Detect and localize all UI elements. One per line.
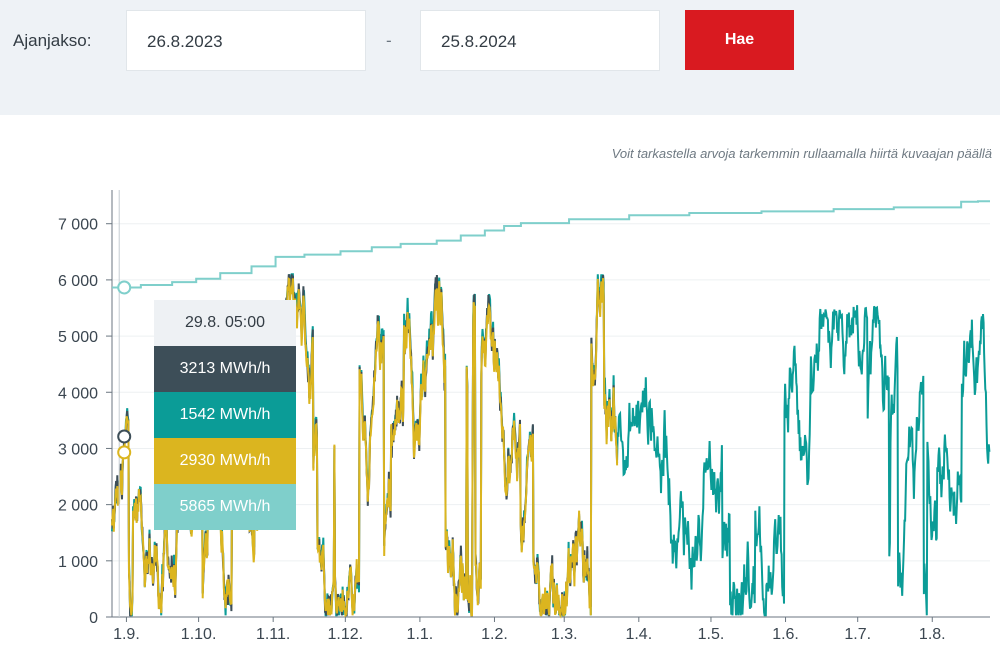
series-light-teal	[112, 200, 990, 289]
tooltip-value-teal: 1542 MWh/h	[154, 392, 296, 438]
y-tick-label: 5 000	[58, 329, 98, 346]
y-tick-label: 4 000	[58, 385, 98, 402]
x-tick-label: 1.8.	[919, 626, 946, 643]
marker-yellow	[117, 445, 132, 460]
x-tick-label: 1.12.	[328, 626, 364, 643]
y-tick-label: 6 000	[58, 273, 98, 290]
x-tick-label: 1.3.	[551, 626, 578, 643]
x-tick-label: 1.9.	[113, 626, 140, 643]
x-tick-label: 1.11.	[256, 626, 290, 643]
y-tick-label: 7 000	[58, 217, 98, 234]
x-tick-label: 1.6.	[772, 626, 799, 643]
tooltip-value-lightteal: 5865 MWh/h	[154, 484, 296, 530]
tooltip-time: 29.8. 05:00	[154, 300, 296, 346]
x-tick-label: 1.7.	[844, 626, 871, 643]
tooltip-value-dark: 3213 MWh/h	[154, 346, 296, 392]
x-tick-label: 1.4.	[625, 626, 652, 643]
x-tick-label: 1.1.	[407, 626, 434, 643]
tooltip-value-yellow: 2930 MWh/h	[154, 438, 296, 484]
line-chart[interactable]: 0 1 000 2 000 3 000 4 000 5 000 6 000 7 000 1.9.…	[0, 0, 1000, 654]
x-tick-label: 1.5.	[698, 626, 725, 643]
marker-dark	[117, 429, 132, 444]
marker-light-teal	[117, 280, 132, 295]
x-tick-label: 1.2.	[481, 626, 508, 643]
y-tick-label: 2 000	[58, 498, 98, 515]
chart-tooltip: 29.8. 05:00 3213 MWh/h 1542 MWh/h 2930 M…	[154, 300, 296, 530]
y-tick-label: 3 000	[58, 441, 98, 458]
y-tick-label: 0	[89, 610, 98, 627]
x-tick-label: 1.10.	[181, 626, 217, 643]
y-tick-label: 1 000	[58, 554, 98, 571]
